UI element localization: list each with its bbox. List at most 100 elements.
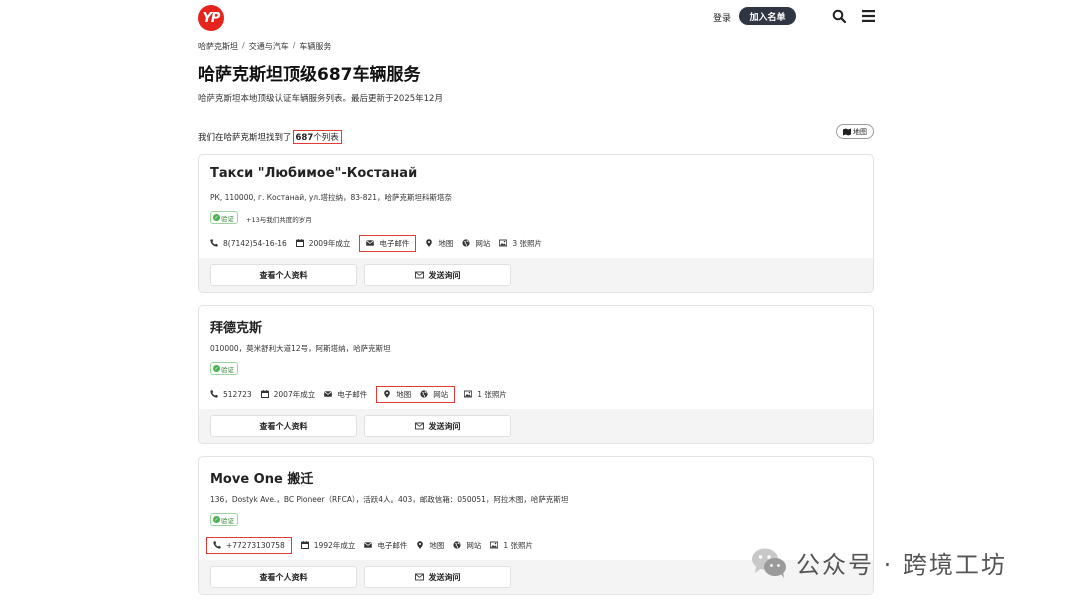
login-link[interactable]: 登录 [713,11,731,24]
highlight-box: +77273130758 [206,536,292,554]
email-label: 电子邮件 [379,238,410,248]
check-icon: ✓ [213,365,220,372]
send-inquiry-button[interactable]: 发送询问 [364,566,511,588]
verified-label: 验证 [221,365,234,374]
listing-meta: 512723 2007年成立 电子邮件 地图 网站 1 张照片 [210,385,516,403]
map-pin-icon [426,239,433,247]
listing-meta: +77273130758 1992年成立 电子邮件 地图 网站 1 张照片 [206,536,542,554]
verified-badge: ✓ 验证 [210,211,238,224]
map-label: 地图 [396,389,412,399]
email-link[interactable]: 电子邮件 [324,387,367,401]
highlight-box: 地图 网站 [376,385,456,403]
view-profile-button[interactable]: 查看个人资料 [210,566,357,588]
search-icon[interactable] [832,9,846,23]
image-icon [499,239,508,247]
send-inquiry-button[interactable]: 发送询问 [364,264,511,286]
website-link[interactable]: 网站 [420,387,448,401]
verified-label: 验证 [221,214,234,223]
menu-icon[interactable] [862,10,875,22]
calendar-icon [300,541,309,549]
phone-number: 8(7142)54-16-16 [223,238,287,248]
send-inquiry-label: 发送询问 [428,270,461,280]
map-link[interactable]: 地图 [383,387,411,401]
join-list-button[interactable]: 加入名单 [739,7,796,25]
verified-badge: ✓ 验证 [210,513,238,526]
card-actions: 查看个人资料 发送询问 [199,258,873,292]
website-label: 网站 [466,540,482,550]
map-view-label: 地图 [853,127,867,136]
envelope-outline-icon [414,271,424,279]
results-count: 687 [295,133,314,143]
check-icon: ✓ [213,516,220,523]
envelope-icon [366,240,375,246]
envelope-outline-icon [414,573,424,581]
calendar-icon [295,239,304,247]
breadcrumb-item-subcategory[interactable]: 车辆服务 [299,41,331,52]
listing-name[interactable]: Такси "Любимое"-Костанай [210,166,417,181]
years-with-us: +13与我们共度的岁月 [246,216,312,224]
wechat-icon [752,548,786,578]
photos-link[interactable]: 1 张照片 [464,387,507,401]
website-link[interactable]: 网站 [462,236,490,250]
listing-name[interactable]: 拜德克斯 [210,317,262,336]
check-icon: ✓ [213,214,220,221]
verified-badge: ✓ 验证 [210,362,238,375]
page-description: 哈萨克斯坦本地顶级认证车辆服务列表。最后更新于2025年12月 [198,94,443,104]
listing-address: РК, 110000, г. Костанай, ул.塔拉纳，83-821，哈… [210,193,453,202]
breadcrumb: 哈萨克斯坦 / 交通与汽车 / 车辆服务 [198,41,331,52]
results-prefix: 我们在哈萨克斯坦找到了 [198,133,292,143]
listing-card: 拜德克斯 010000，莫米舒利大道12号，阿斯塔纳，哈萨克斯坦 ✓ 验证 512… [198,305,874,444]
map-icon [843,128,851,135]
calendar-icon [260,390,269,398]
view-profile-button[interactable]: 查看个人资料 [210,264,357,286]
founded-year: 2009年成立 [308,238,351,248]
photos-label: 3 张照片 [512,238,543,248]
phone-number: 512723 [223,389,252,399]
phone-link[interactable]: 8(7142)54-16-16 [210,236,287,250]
listing-card: Такси "Любимое"-Костанай РК, 110000, г. … [198,154,874,293]
results-count-box: 687个列表 [292,130,342,144]
phone-link[interactable]: 512723 [210,387,252,401]
phone-icon [213,541,221,549]
breadcrumb-item-category[interactable]: 交通与汽车 [249,41,289,52]
phone-icon [210,390,218,398]
send-inquiry-label: 发送询问 [428,421,461,431]
watermark: 公众号 · 跨境工坊 [750,545,1007,580]
send-inquiry-label: 发送询问 [428,572,461,582]
image-icon [464,390,473,398]
map-label: 地图 [438,238,454,248]
breadcrumb-item-country[interactable]: 哈萨克斯坦 [198,41,238,52]
map-link[interactable]: 地图 [425,236,453,250]
page-title: 哈萨克斯坦顶级687车辆服务 [198,65,421,85]
view-profile-button[interactable]: 查看个人资料 [210,415,357,437]
map-link[interactable]: 地图 [416,538,444,552]
email-link[interactable]: 电子邮件 [366,236,409,250]
watermark-text: 公众号 · 跨境工坊 [796,551,1007,579]
photos-link[interactable]: 3 张照片 [499,236,542,250]
photos-link[interactable]: 1 张照片 [490,538,533,552]
breadcrumb-separator: / [242,41,245,50]
phone-link[interactable]: +77273130758 [213,538,285,552]
website-label: 网站 [433,389,449,399]
website-label: 网站 [475,238,491,248]
map-view-button[interactable]: 地图 [836,124,874,139]
breadcrumb-separator: / [292,41,296,50]
envelope-outline-icon [414,422,424,430]
globe-icon [453,541,461,549]
yp-logo[interactable]: YP [198,5,224,31]
photos-label: 1 张照片 [477,389,507,399]
send-inquiry-button[interactable]: 发送询问 [364,415,511,437]
email-label: 电子邮件 [337,389,368,399]
map-pin-icon [384,390,391,398]
email-link[interactable]: 电子邮件 [364,538,407,552]
founded-info: 1992年成立 [300,538,356,552]
listing-name[interactable]: Move One 搬迁 [210,468,313,487]
founded-info: 2009年成立 [295,236,351,250]
globe-icon [420,390,428,398]
globe-icon [462,239,470,247]
map-pin-icon [417,541,424,549]
founded-year: 1992年成立 [313,540,356,550]
listing-address: 010000，莫米舒利大道12号，阿斯塔纳，哈萨克斯坦 [210,344,391,353]
website-link[interactable]: 网站 [453,538,481,552]
results-summary: 我们在哈萨克斯坦找到了 687个列表 [198,130,342,144]
